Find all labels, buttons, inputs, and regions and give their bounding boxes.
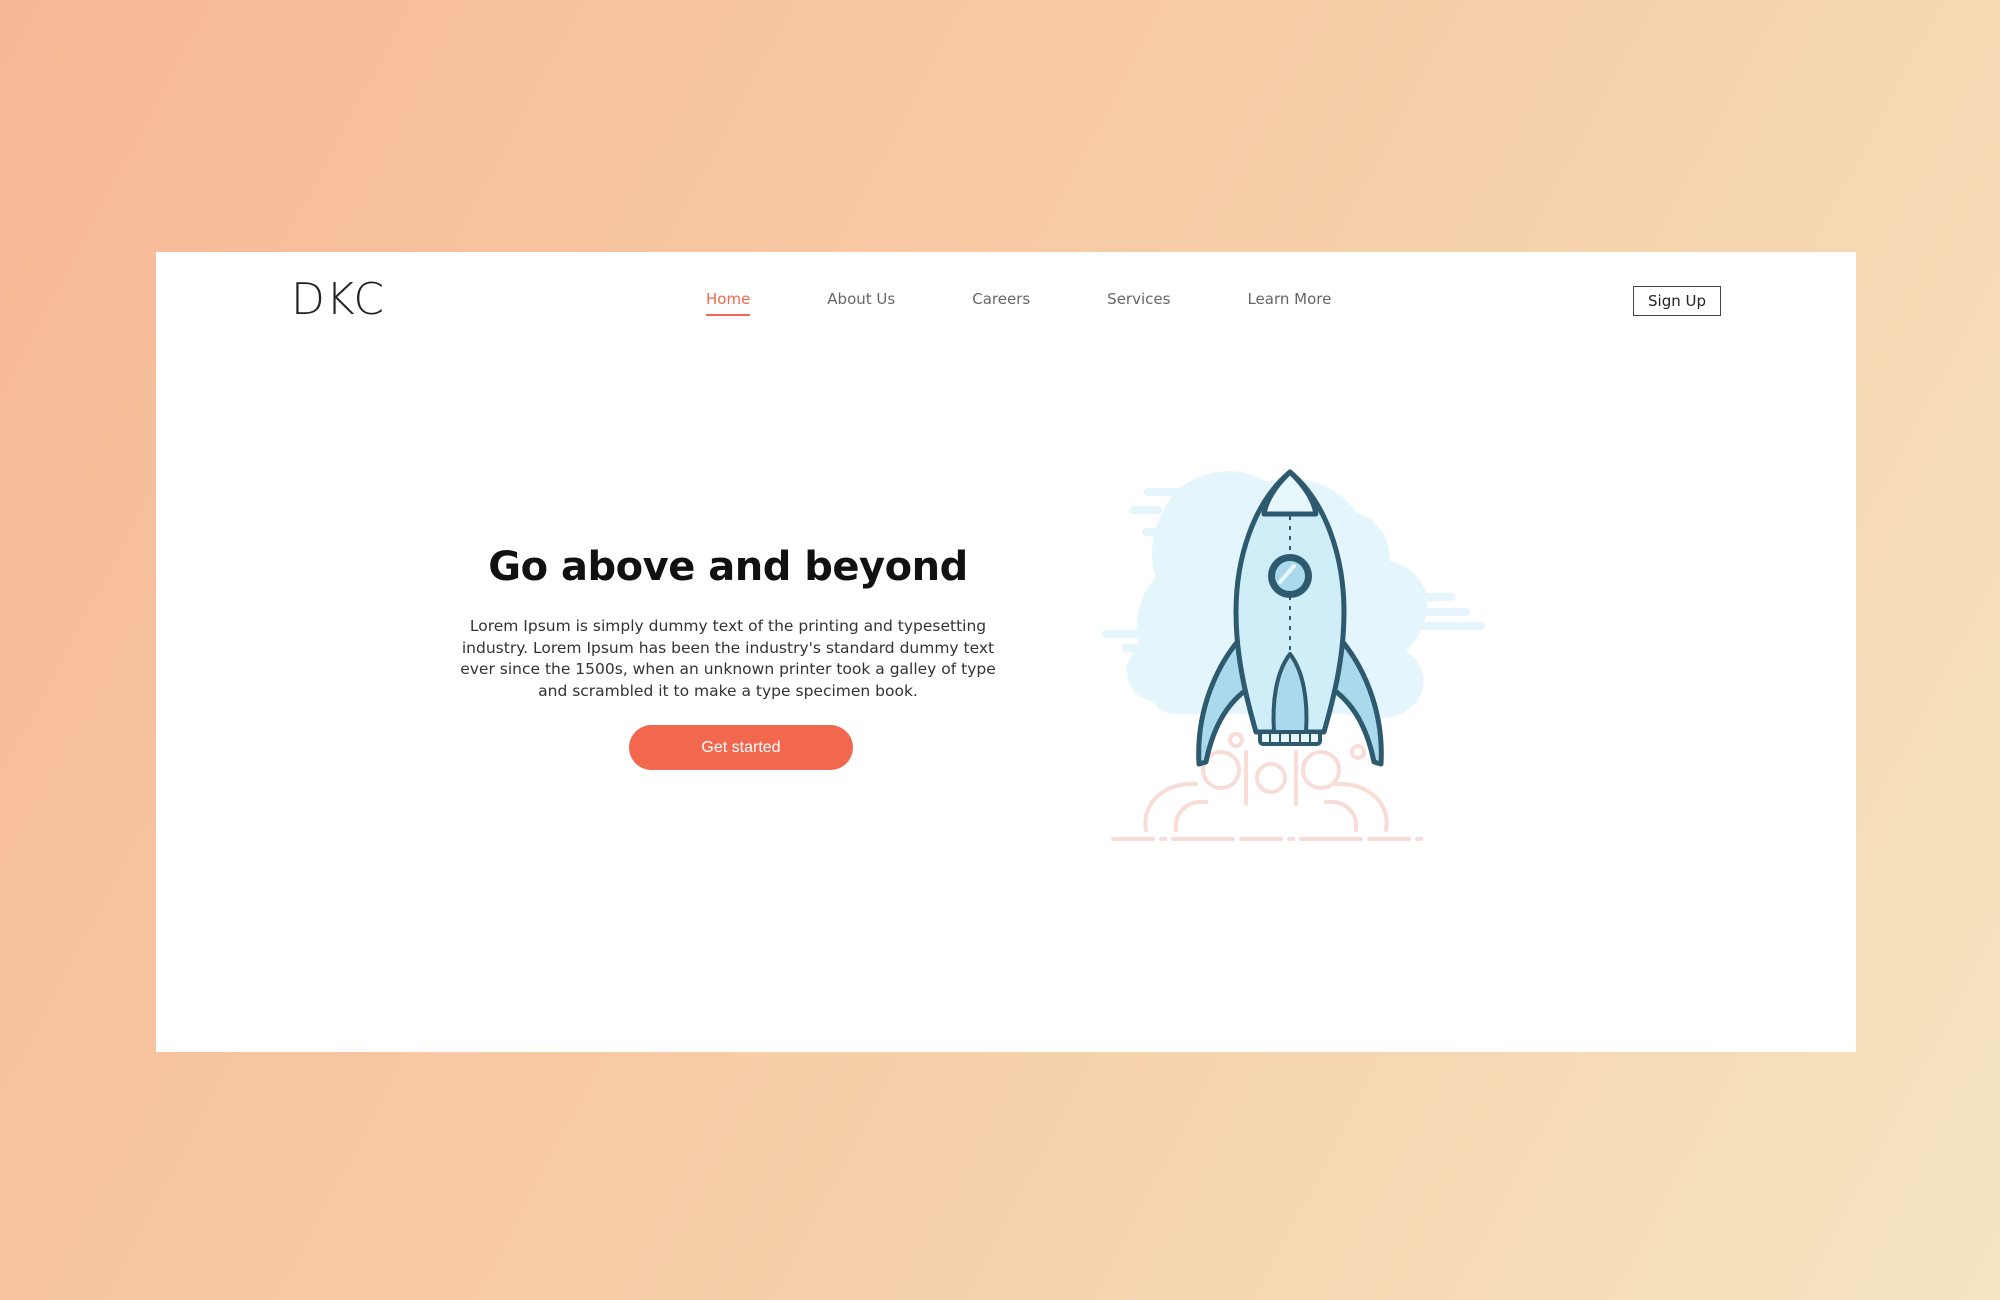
rocket-nose bbox=[1261, 469, 1319, 517]
hero-title: Go above and beyond bbox=[488, 544, 968, 590]
brand-logo[interactable]: DKC bbox=[291, 274, 385, 327]
nav-item-services[interactable]: Services bbox=[1107, 290, 1170, 316]
nav-item-careers[interactable]: Careers bbox=[972, 290, 1030, 316]
nav-item-about-us[interactable]: About Us bbox=[827, 290, 895, 316]
rocket-illustration bbox=[1096, 452, 1536, 872]
rocket-launch-illustration-icon bbox=[1102, 469, 1485, 841]
hero-description: Lorem Ipsum is simply dummy text of the … bbox=[460, 617, 996, 700]
hero-card: DKC Home About Us Careers Services Learn… bbox=[156, 252, 1856, 1052]
nav-item-home[interactable]: Home bbox=[706, 290, 751, 316]
main-nav: Home About Us Careers Services Learn Mor… bbox=[706, 290, 1331, 316]
get-started-button[interactable]: Get started bbox=[629, 725, 853, 770]
sign-up-button[interactable]: Sign Up bbox=[1633, 286, 1721, 316]
nav-item-learn-more[interactable]: Learn More bbox=[1247, 290, 1331, 316]
